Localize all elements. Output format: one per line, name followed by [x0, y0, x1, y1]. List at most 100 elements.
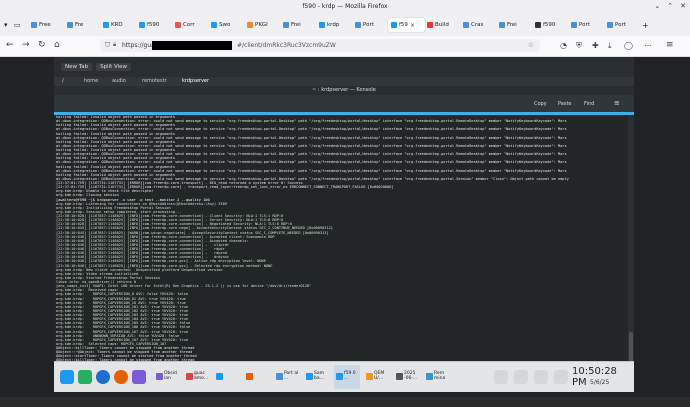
task-label: Sam ba... — [314, 371, 324, 381]
tab-label: Corr — [183, 22, 195, 28]
tab-favicon-icon — [67, 22, 73, 28]
browser-tab[interactable]: f59 × — [388, 18, 425, 32]
lock-icon[interactable]: 🔒︎ — [113, 41, 116, 49]
browser-navbar: ← → ↻ ⌂ ⛉ 🔒︎ https://gual #/client/dmRkc… — [0, 36, 690, 57]
volume-icon[interactable] — [514, 370, 528, 384]
tab-label: f590 — [543, 22, 556, 28]
puzzle-icon[interactable]: ✚ — [592, 41, 599, 50]
breadcrumb-krdpserver[interactable]: krdpserver — [182, 78, 209, 84]
menu-button[interactable]: ≡ — [666, 41, 674, 50]
taskbar-task[interactable]: guac amo... — [184, 365, 210, 389]
browser-tab[interactable]: Port — [604, 18, 641, 32]
breadcrumb-home[interactable]: home — [84, 78, 98, 84]
tab-label: KRD — [111, 22, 123, 28]
terminal-line: qt.dbus.integration: QDBusConnection: er… — [56, 160, 567, 165]
bookmark-star-icon[interactable]: ☆ — [528, 41, 534, 49]
paste-button[interactable]: Paste — [558, 101, 572, 107]
taskbar-date[interactable]: 5/6/25 — [590, 379, 609, 386]
firefox-icon[interactable] — [114, 370, 128, 384]
split-view-button[interactable]: Split View — [96, 63, 132, 71]
close-tab-icon[interactable]: × — [410, 22, 415, 29]
taskbar-task[interactable]: Rem mina — [424, 365, 450, 389]
find-button[interactable]: Find — [584, 101, 594, 107]
new-tab-button[interactable]: + — [642, 18, 649, 32]
tab-favicon-icon — [103, 22, 109, 28]
browser-tab[interactable]: f590 — [136, 18, 173, 32]
browser-tab[interactable]: Swo — [208, 18, 245, 32]
forward-button[interactable]: → — [22, 41, 30, 50]
task-app-icon — [306, 373, 313, 380]
download-icon[interactable]: ⤓ — [608, 41, 612, 50]
tab-list-icon[interactable]: ▾ — [4, 18, 8, 32]
browser-tab[interactable]: Port — [568, 18, 605, 32]
taskbar-task[interactable]: Sam ba... — [304, 365, 330, 389]
breadcrumb-audio[interactable]: audio — [112, 78, 126, 84]
browser-tab[interactable]: Fre — [64, 18, 101, 32]
home-button[interactable]: ⌂ — [54, 41, 60, 50]
task-app-icon — [186, 373, 193, 380]
dolphin-breadcrumb: / home audio remotestr krdpserver — [54, 77, 634, 86]
shield-icon[interactable]: ⛉ — [105, 41, 110, 50]
terminal-scrollbar-thumb[interactable] — [629, 332, 633, 362]
browser-tab[interactable]: Corr — [172, 18, 209, 32]
extensions-button[interactable]: ⋯ — [644, 41, 652, 50]
tab-favicon-icon — [247, 22, 253, 28]
browser-tab[interactable]: Cras — [460, 18, 497, 32]
copy-button[interactable]: Copy — [534, 101, 547, 107]
reload-button[interactable]: ↻ — [38, 41, 46, 50]
terminal-output[interactable]: hailing failed: Invalid object path pass… — [54, 115, 630, 365]
browser-tab[interactable]: Free — [28, 18, 65, 32]
sidebar-icon[interactable]: ▭ — [14, 18, 21, 32]
browser-tab[interactable]: PKGI — [244, 18, 281, 32]
taskbar-task[interactable]: Obsid ian — [154, 365, 180, 389]
tray-icon[interactable] — [494, 370, 508, 384]
breadcrumb-root[interactable]: / — [62, 78, 64, 84]
browser-tab[interactable]: KRD — [100, 18, 137, 32]
taskbar-task[interactable]: 2025 -06-... — [394, 365, 420, 389]
tab-favicon-icon — [175, 22, 181, 28]
browser-titlebar: f590 - krdp — Mozilla Firefox ⌄ ⌃ ✕ — [0, 0, 690, 14]
tab-label: Cras — [471, 22, 484, 28]
konsole-menu-button[interactable]: ≡ — [614, 99, 620, 107]
shield-icon[interactable]: ⛨ — [576, 41, 582, 50]
app-launcher-icon[interactable] — [60, 370, 74, 384]
chrome-icon[interactable] — [96, 370, 110, 384]
taskbar-task[interactable] — [244, 365, 270, 389]
terminal-scrollbar[interactable] — [628, 115, 634, 365]
network-icon[interactable] — [534, 370, 548, 384]
browser-tab[interactable]: Build — [424, 18, 461, 32]
taskbar-task[interactable] — [214, 365, 240, 389]
media-icon[interactable] — [132, 370, 146, 384]
back-button[interactable]: ← — [6, 41, 14, 50]
tab-label: PKGI — [255, 22, 268, 28]
tab-label: Swo — [219, 22, 231, 28]
new-tab-button[interactable]: New Tab — [61, 63, 93, 71]
taskbar-task[interactable]: QEM U/... — [364, 365, 390, 389]
browser-tab[interactable]: Port — [352, 18, 389, 32]
browser-tab[interactable]: krdp — [316, 18, 353, 32]
tab-favicon-icon — [499, 22, 505, 28]
task-app-icon — [276, 373, 283, 380]
browser-tab[interactable]: f590 — [532, 18, 569, 32]
tab-label: Port — [579, 22, 590, 28]
minimize-button[interactable]: ⌄ — [654, 2, 660, 10]
dolphin-toolbar: New Tab Split View — [54, 57, 634, 77]
virtual-desktop-icon[interactable] — [78, 370, 92, 384]
task-label: Port al ... — [284, 371, 299, 381]
taskbar-task[interactable]: f59 0 ... — [334, 365, 360, 389]
taskbar-task[interactable]: Port al ... — [274, 365, 300, 389]
tray-expand-icon[interactable] — [554, 370, 568, 384]
url-bar[interactable]: ⛉ 🔒︎ https://gual #/client/dmRkc3Ruc3Vzc… — [100, 39, 540, 52]
maximize-button[interactable]: ⌃ — [667, 2, 673, 10]
remote-desktop-view[interactable]: New Tab Split View / home audio remotest… — [0, 57, 690, 397]
browser-tab[interactable]: Frei — [280, 18, 317, 32]
task-label: 2025 -06-... — [404, 371, 418, 381]
tab-favicon-icon — [571, 22, 577, 28]
browser-tab[interactable]: Frei — [496, 18, 533, 32]
breadcrumb-remotestr[interactable]: remotestr — [142, 78, 167, 84]
account-icon[interactable]: ◯ — [624, 41, 633, 50]
task-app-icon — [336, 373, 343, 380]
tab-favicon-icon — [463, 22, 469, 28]
close-window-button[interactable]: ✕ — [680, 2, 686, 10]
extension-icon[interactable]: ◔ — [560, 41, 567, 50]
